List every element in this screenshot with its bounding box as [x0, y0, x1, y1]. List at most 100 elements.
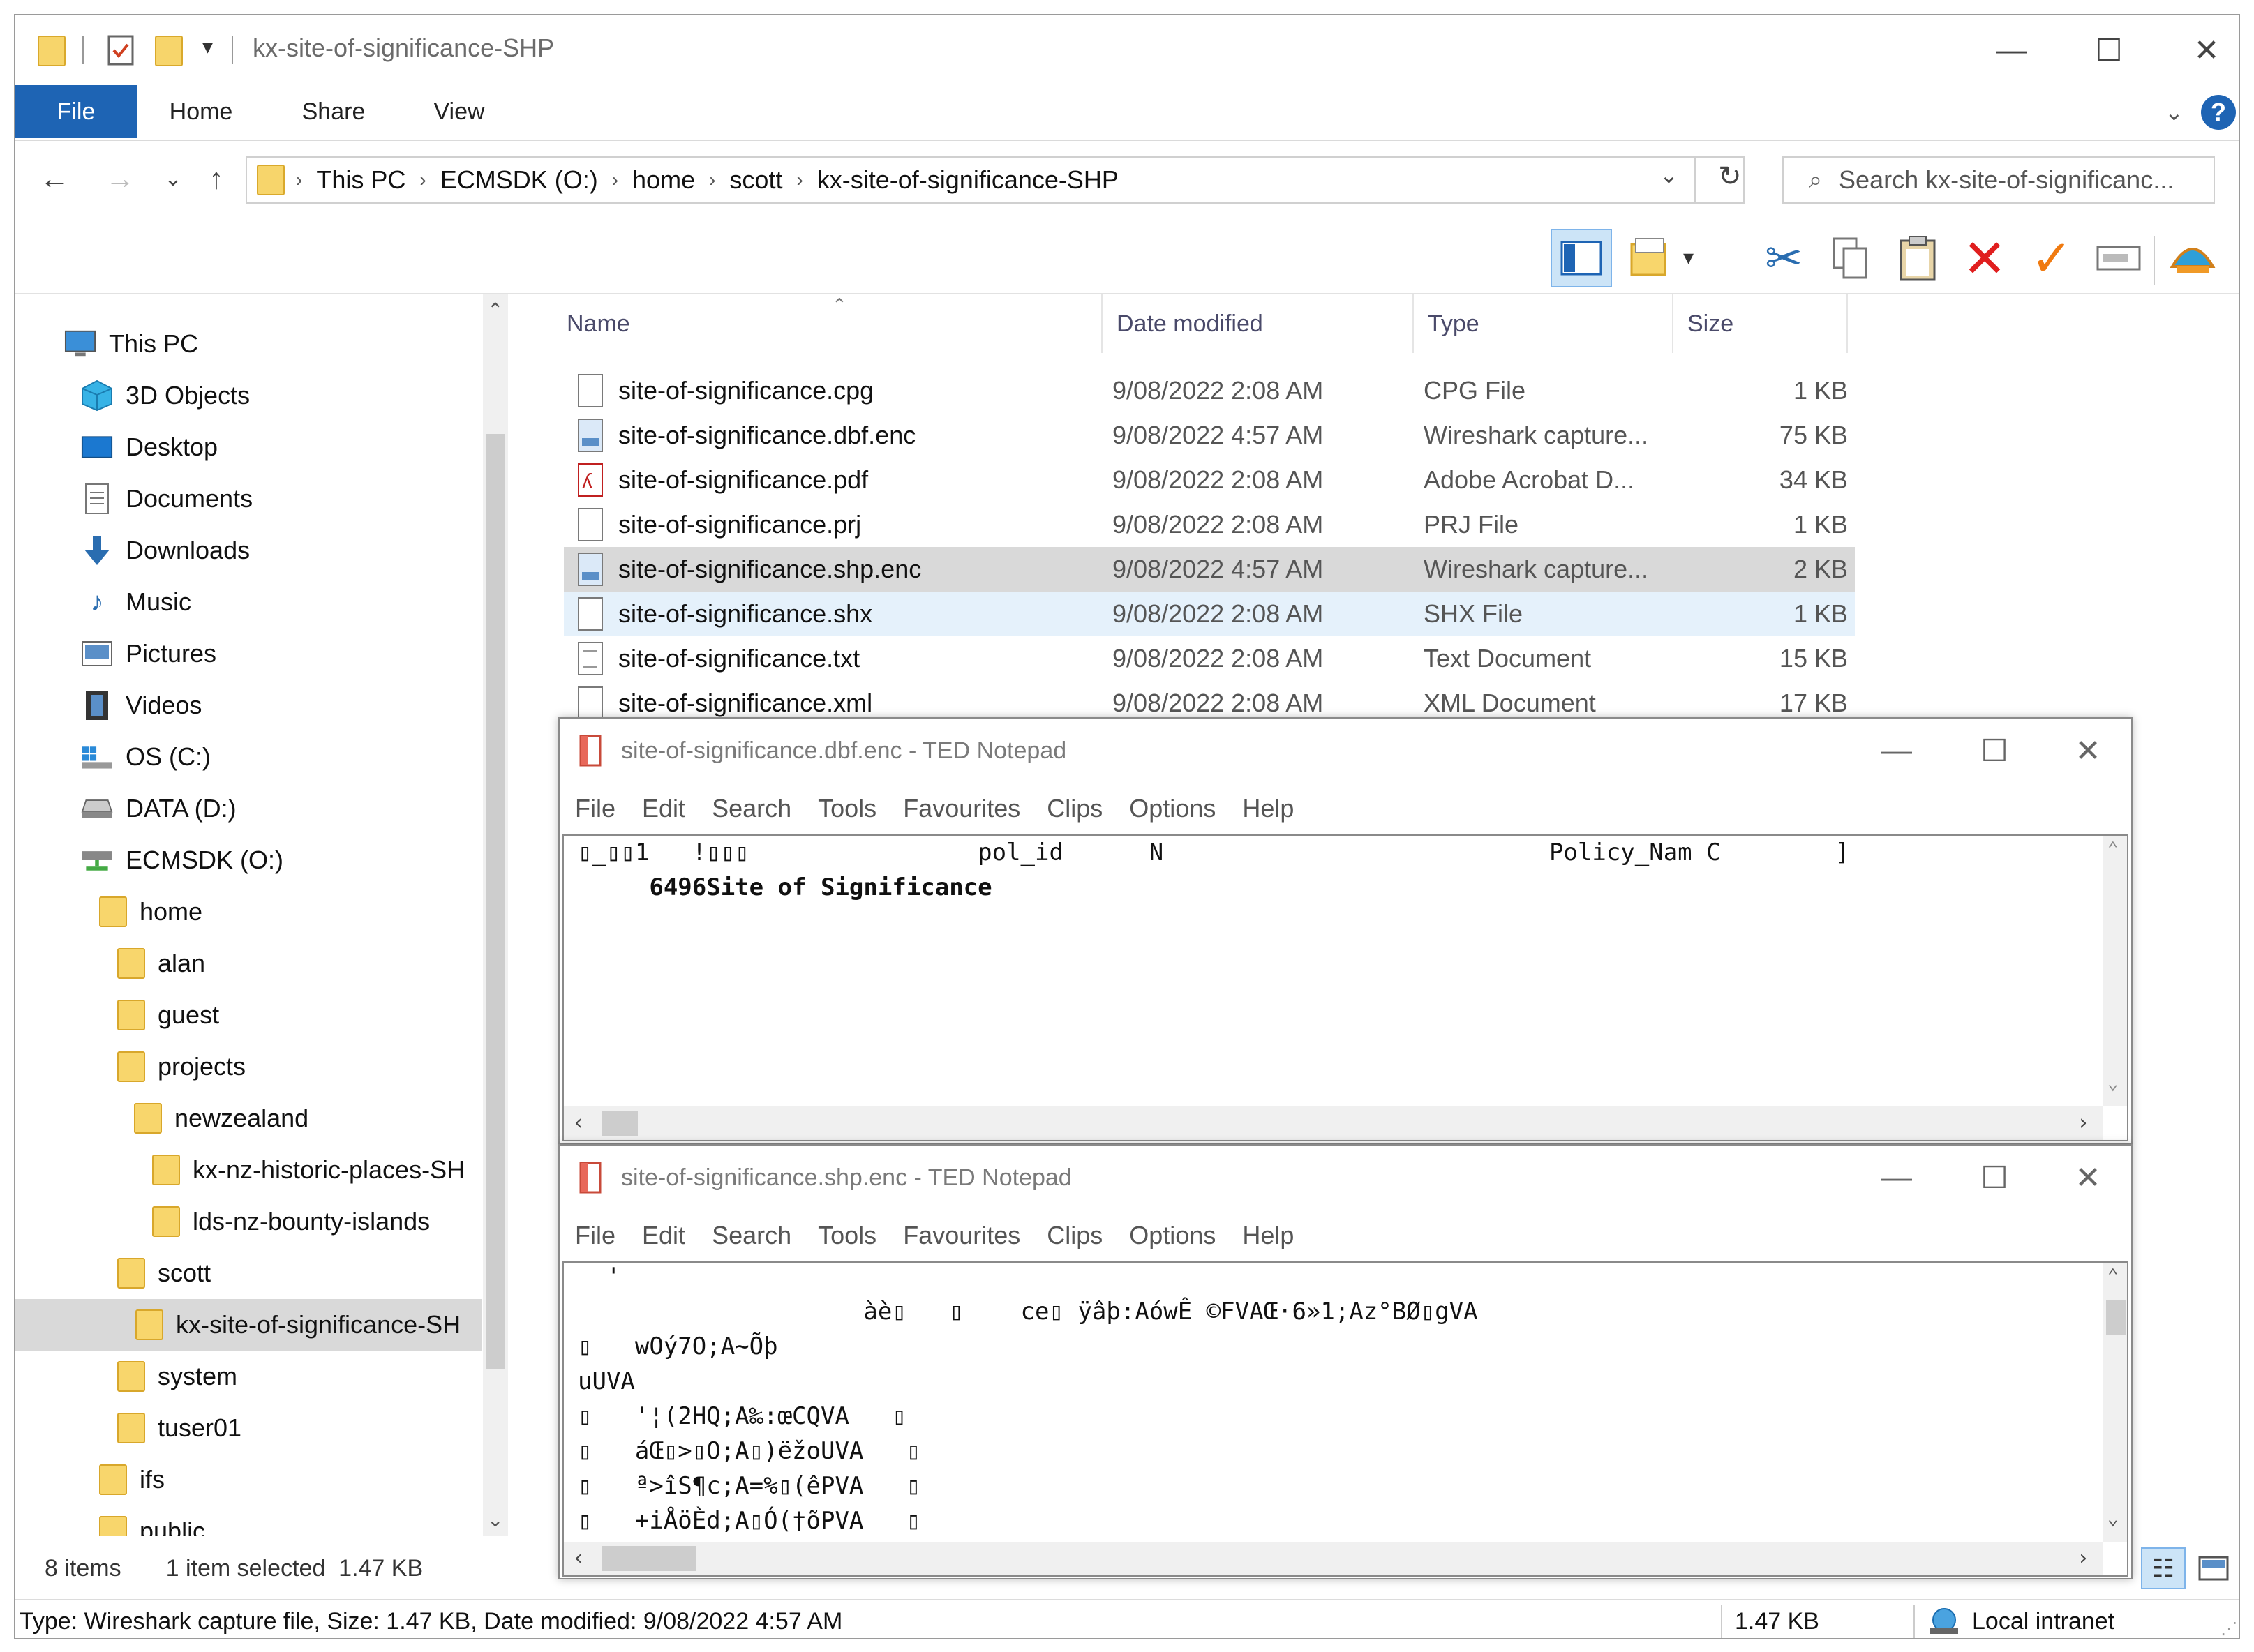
back-arrow-icon[interactable]: ←: [33, 156, 75, 201]
horizontal-scrollbar[interactable]: ‹ ›: [564, 1542, 2103, 1575]
nav-scrollbar[interactable]: ⌃ ⌄: [483, 294, 508, 1536]
menu-search[interactable]: Search: [712, 1221, 791, 1250]
column-size[interactable]: Size: [1673, 294, 1848, 353]
tab-file[interactable]: File: [15, 85, 137, 138]
up-arrow-icon[interactable]: ↑: [195, 156, 237, 201]
scroll-up-icon[interactable]: ⌃: [487, 299, 503, 322]
search-input[interactable]: Search kx-site-of-significanc...: [1839, 165, 2174, 195]
address-dropdown-icon[interactable]: ⌄: [1659, 162, 1678, 188]
nav-item-data-d[interactable]: DATA (D:): [81, 783, 237, 834]
file-row-selected[interactable]: site-of-significance.shp.enc 9/08/2022 4…: [564, 547, 1855, 592]
minimize-button[interactable]: —: [1962, 22, 2060, 78]
menu-clips[interactable]: Clips: [1047, 1221, 1103, 1250]
maximize-button[interactable]: ☐: [2060, 22, 2158, 78]
dropdown-icon[interactable]: ▾: [1683, 246, 1694, 270]
scroll-up-icon[interactable]: ⌃: [2107, 1266, 2119, 1286]
nav-item-kx-site-of-significance[interactable]: kx-site-of-significance-SH: [15, 1299, 482, 1351]
recent-locations-icon[interactable]: ⌄: [152, 156, 194, 201]
nav-item-os-c[interactable]: OS (C:): [81, 731, 211, 783]
scroll-down-icon[interactable]: ⌄: [2107, 1073, 2119, 1094]
menu-edit[interactable]: Edit: [642, 1221, 685, 1250]
notepad-text-area[interactable]: ▯_▯▯1 !▯▯▯ pol_id N Policy_Nam C ] 6496S…: [562, 834, 2128, 1141]
column-name[interactable]: Name: [553, 294, 1103, 353]
details-view-icon[interactable]: ☷: [2141, 1547, 2186, 1589]
menu-favourites[interactable]: Favourites: [903, 1221, 1020, 1250]
tab-view[interactable]: View: [410, 85, 508, 138]
rename-icon[interactable]: [2088, 229, 2149, 287]
breadcrumb-this-pc[interactable]: This PC: [306, 165, 415, 195]
close-button[interactable]: ✕: [2039, 721, 2131, 780]
nav-item-projects[interactable]: projects: [117, 1041, 246, 1092]
nav-item-pictures[interactable]: Pictures: [81, 628, 216, 679]
nav-item-videos[interactable]: Videos: [81, 679, 202, 731]
tab-home[interactable]: Home: [152, 85, 250, 138]
properties-icon[interactable]: [106, 33, 138, 68]
menu-tools[interactable]: Tools: [818, 794, 876, 823]
nav-item-desktop[interactable]: Desktop: [81, 421, 218, 473]
menu-file[interactable]: File: [575, 794, 615, 823]
preview-pane-icon[interactable]: [1620, 229, 1682, 287]
horizontal-scrollbar[interactable]: ‹ ›: [564, 1106, 2103, 1140]
breadcrumb-scott[interactable]: scott: [719, 165, 792, 195]
column-type[interactable]: Type: [1414, 294, 1673, 353]
menu-help[interactable]: Help: [1242, 794, 1294, 823]
nav-item-tuser01[interactable]: tuser01: [117, 1402, 241, 1454]
breadcrumb-ecmsdk[interactable]: ECMSDK (O:): [431, 165, 608, 195]
file-row[interactable]: site-of-significance.dbf.enc 9/08/2022 4…: [564, 413, 1855, 458]
menu-edit[interactable]: Edit: [642, 794, 685, 823]
nav-item-ifs[interactable]: ifs: [99, 1454, 165, 1505]
nav-item-system[interactable]: system: [117, 1351, 237, 1402]
maximize-button[interactable]: ☐: [1946, 721, 2043, 780]
breadcrumb-home[interactable]: home: [622, 165, 705, 195]
file-row[interactable]: site-of-significance.cpg 9/08/2022 2:08 …: [564, 368, 1855, 413]
menu-file[interactable]: File: [575, 1221, 615, 1250]
search-box[interactable]: ⌕ Search kx-site-of-significanc...: [1782, 156, 2215, 204]
menu-help[interactable]: Help: [1242, 1221, 1294, 1250]
navigation-pane-icon[interactable]: [1551, 229, 1612, 287]
close-button[interactable]: ✕: [2039, 1148, 2131, 1207]
delete-icon[interactable]: ✕: [1954, 229, 2015, 289]
maximize-button[interactable]: ☐: [1946, 1148, 2043, 1207]
menu-clips[interactable]: Clips: [1047, 794, 1103, 823]
nav-item-home[interactable]: home: [99, 886, 202, 938]
nav-item-guest[interactable]: guest: [117, 989, 219, 1041]
scroll-down-icon[interactable]: ⌄: [2107, 1508, 2119, 1529]
paste-icon[interactable]: [1887, 229, 1948, 287]
new-folder-icon[interactable]: [155, 33, 187, 68]
cut-icon[interactable]: ✂: [1753, 229, 1814, 287]
address-box[interactable]: › This PC › ECMSDK (O:) › home › scott ›…: [246, 156, 1745, 204]
scroll-up-icon[interactable]: ⌃: [2107, 839, 2119, 859]
forward-arrow-icon[interactable]: →: [99, 156, 141, 201]
tab-share[interactable]: Share: [285, 85, 382, 138]
menu-favourites[interactable]: Favourites: [903, 794, 1020, 823]
nav-item-scott[interactable]: scott: [117, 1247, 211, 1299]
file-row[interactable]: site-of-significance.txt 9/08/2022 2:08 …: [564, 636, 1855, 681]
minimize-button[interactable]: —: [1848, 721, 1946, 780]
file-row-hover[interactable]: site-of-significance.shx 9/08/2022 2:08 …: [564, 592, 1855, 636]
nav-item-lds-nz-bounty-islands[interactable]: lds-nz-bounty-islands: [152, 1196, 430, 1247]
file-row[interactable]: site-of-significance.prj 9/08/2022 2:08 …: [564, 502, 1855, 547]
scroll-right-icon[interactable]: ›: [2077, 1546, 2089, 1570]
breadcrumb-current-folder[interactable]: kx-site-of-significance-SHP: [807, 165, 1128, 195]
nav-item-this-pc[interactable]: This PC: [64, 318, 198, 370]
nav-item-public[interactable]: public: [99, 1505, 205, 1536]
nav-item-ecmsdk-o[interactable]: ECMSDK (O:): [81, 834, 283, 886]
checkmark-icon[interactable]: ✓: [2021, 229, 2082, 287]
nav-item-kx-nz-historic-places[interactable]: kx-nz-historic-places-SH: [152, 1144, 465, 1196]
nav-item-alan[interactable]: alan: [117, 938, 205, 989]
menu-options[interactable]: Options: [1129, 794, 1216, 823]
vertical-scrollbar[interactable]: ⌃ ⌄: [2103, 1263, 2127, 1542]
copy-icon[interactable]: [1820, 229, 1881, 287]
notepad-text-area[interactable]: ' àè▯ ▯ ce▯ ÿâþ:AówÊ ©FVAŒ·6»1;Az°BØ▯gVA…: [562, 1261, 2128, 1577]
scroll-thumb[interactable]: [602, 1546, 696, 1571]
large-icons-view-icon[interactable]: [2193, 1547, 2234, 1589]
folder-icon[interactable]: [38, 33, 70, 68]
menu-tools[interactable]: Tools: [818, 1221, 876, 1250]
menu-search[interactable]: Search: [712, 794, 791, 823]
nav-item-newzealand[interactable]: newzealand: [134, 1092, 308, 1144]
scroll-thumb[interactable]: [602, 1111, 638, 1136]
help-icon[interactable]: ?: [2201, 95, 2236, 130]
file-row[interactable]: ʎ site-of-significance.pdf 9/08/2022 2:08…: [564, 458, 1855, 502]
close-button[interactable]: ✕: [2158, 22, 2239, 78]
nav-item-documents[interactable]: Documents: [81, 473, 253, 525]
